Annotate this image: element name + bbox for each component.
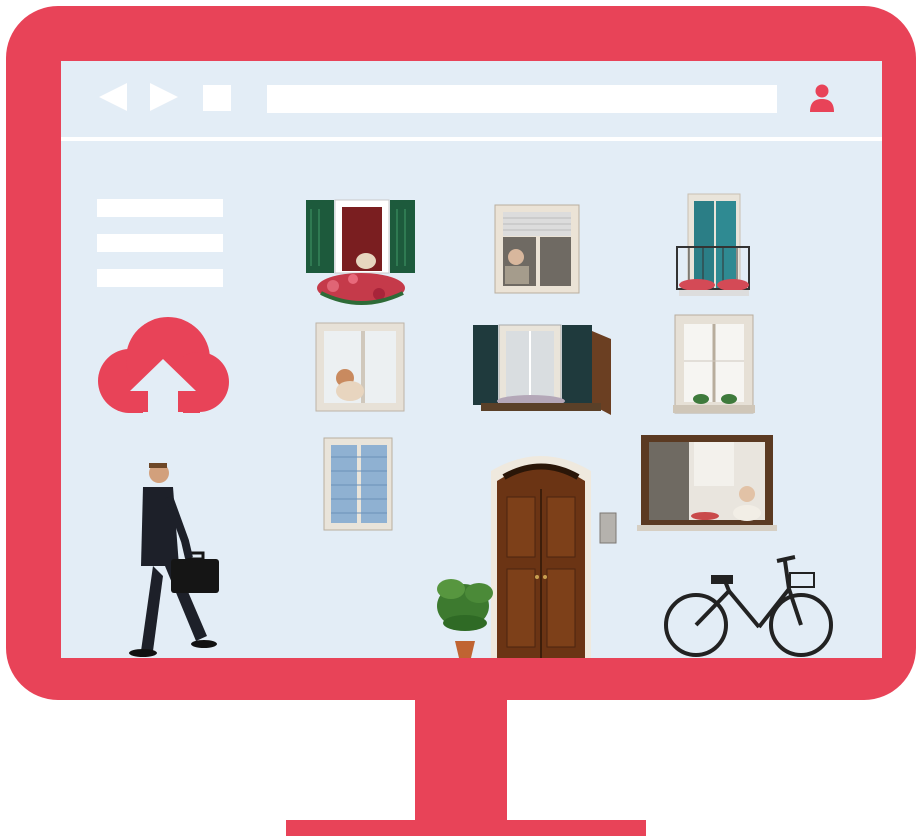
window-woman-with-dog — [315, 322, 405, 412]
wooden-front-door — [491, 456, 591, 658]
window-elderly-woman — [637, 435, 777, 531]
potted-plant — [437, 579, 493, 658]
window-green-shutters-cat — [306, 199, 415, 305]
window-dark-shutters-flowers — [473, 324, 611, 415]
window-blue-shutters-balcony — [676, 193, 750, 296]
screen — [61, 61, 882, 658]
building-illustration — [129, 193, 833, 658]
monitor-stand-base — [286, 820, 646, 836]
window-blue-blinds — [323, 437, 393, 531]
bicycle-with-basket — [664, 555, 833, 657]
intercom-panel — [599, 512, 617, 544]
window-woman-looking-out — [494, 204, 580, 294]
monitor-frame — [6, 6, 916, 700]
businessman-with-briefcase — [129, 463, 219, 657]
monitor-stand-neck — [415, 700, 507, 822]
window-lace-curtains — [673, 314, 755, 414]
